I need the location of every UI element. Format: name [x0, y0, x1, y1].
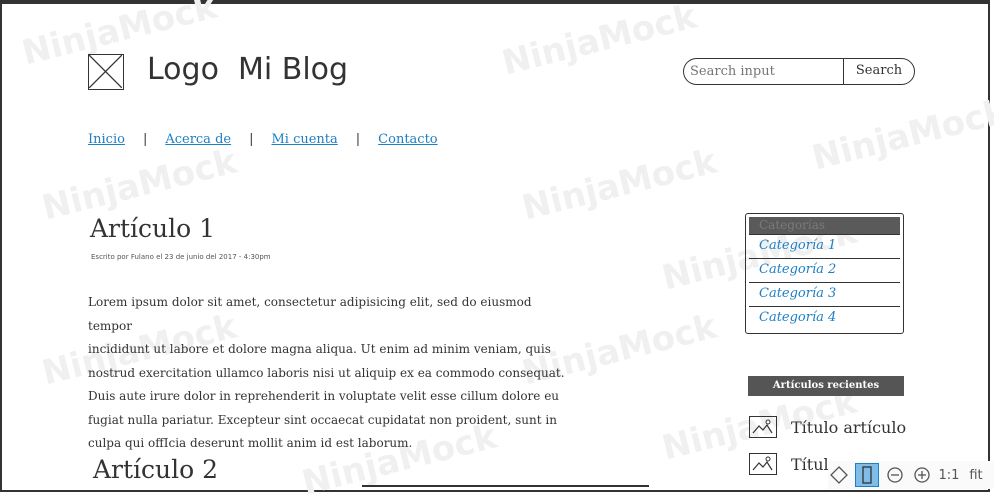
zoom-out-icon[interactable] [884, 464, 906, 486]
nav-link-inicio[interactable]: Inicio [88, 132, 125, 147]
article-title[interactable]: Artículo 2 [93, 455, 218, 484]
search-input[interactable] [683, 58, 845, 85]
logo-placeholder-image [88, 54, 124, 90]
recent-article-item[interactable]: Títul [749, 453, 829, 475]
nav-separator: | [249, 132, 254, 147]
article-title[interactable]: Artículo 1 [90, 214, 215, 243]
body-line: culpa qui offIcia deserunt mollit anim i… [88, 436, 413, 450]
categories-heading: Categorías [749, 217, 900, 234]
recent-article-title: Títul [791, 454, 829, 474]
image-thumbnail-icon [749, 416, 777, 438]
site-title: Logo Mi Blog [147, 52, 349, 87]
category-link[interactable]: Categoría 1 [749, 234, 900, 258]
image-placeholder-icon [88, 54, 123, 89]
categories-panel: Categorías Categoría 1 Categoría 2 Categ… [745, 213, 904, 334]
zoom-actual-size-button[interactable]: 1:1 [938, 464, 960, 486]
body-line: incididunt ut labore et dolore magna ali… [88, 342, 551, 356]
zoom-toolbar: 1:1 fit [828, 461, 994, 489]
category-link[interactable]: Categoría 3 [749, 282, 900, 306]
recent-article-item[interactable]: Título artículo [749, 416, 906, 438]
image-thumbnail-icon [749, 453, 777, 475]
device-view-icon[interactable] [855, 463, 879, 487]
category-link[interactable]: Categoría 4 [749, 306, 900, 330]
body-line: fugiat nulla pariatur. Excepteur sint oc… [88, 412, 557, 427]
zoom-fit-button[interactable]: fit [965, 464, 987, 486]
article-byline: Escrito por Fulano el 23 de junio del 20… [91, 253, 271, 261]
recent-article-title: Título artículo [791, 417, 907, 437]
recent-articles-heading: Artículos recientes [748, 376, 904, 396]
nav-separator: | [355, 132, 361, 147]
search-button[interactable]: Search [843, 58, 915, 85]
body-line: Duis aute irure dolor in reprehenderit i… [88, 389, 560, 403]
nav-separator: | [142, 132, 148, 147]
article-body: Lorem ipsum dolor sit amet, consectetur … [88, 291, 576, 456]
nav-link-acerca[interactable]: Acerca de [165, 132, 231, 147]
body-line: Lorem ipsum dolor sit amet, consectetur … [88, 295, 532, 333]
category-link[interactable]: Categoría 2 [749, 258, 900, 282]
divider [362, 485, 649, 487]
nav-link-mi-cuenta[interactable]: Mi cuenta [271, 132, 337, 147]
zoom-in-icon[interactable] [911, 464, 933, 486]
main-nav: Inicio | Acerca de | Mi cuenta | Contact… [88, 132, 438, 147]
pan-icon[interactable] [828, 464, 850, 486]
nav-link-contacto[interactable]: Contacto [378, 132, 437, 147]
body-line: nostrud exercitation ullamco laboris nis… [88, 365, 565, 380]
